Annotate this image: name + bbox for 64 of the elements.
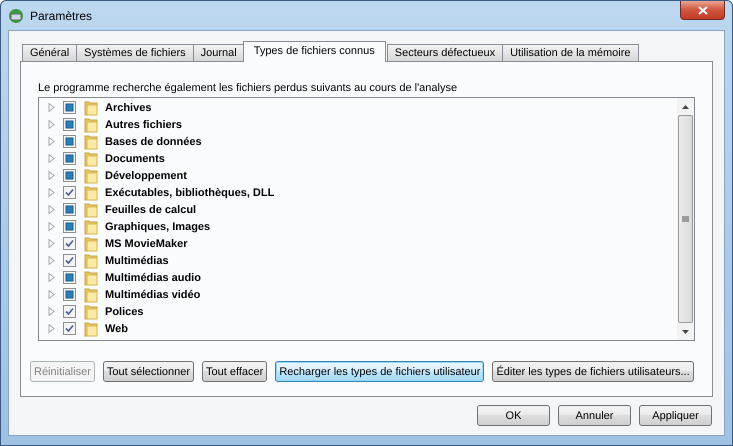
tree-item[interactable]: Développement	[105, 170, 187, 182]
select-all-button[interactable]: Tout sélectionner	[102, 361, 194, 382]
folder-icon	[84, 202, 98, 218]
checkbox[interactable]	[63, 118, 76, 131]
folder-icon	[84, 286, 98, 302]
folder-icon	[84, 236, 98, 252]
close-icon	[698, 6, 708, 14]
folder-icon	[84, 116, 98, 132]
close-button[interactable]	[680, 1, 725, 20]
checkbox[interactable]	[63, 322, 76, 335]
checkbox[interactable]	[63, 101, 76, 114]
checkbox[interactable]	[63, 237, 76, 250]
folder-icon	[84, 134, 98, 150]
ok-button[interactable]: OK	[477, 405, 550, 426]
apply-button[interactable]: Appliquer	[639, 405, 712, 426]
checkbox[interactable]	[63, 169, 76, 182]
folder-icon	[84, 150, 98, 166]
tree-item[interactable]: Graphiques, Images	[105, 220, 210, 232]
checkbox[interactable]	[63, 186, 76, 199]
checkbox[interactable]	[63, 271, 76, 284]
description-text: Le programme recherche également les fichiers perdus suivants au cours de l'analyse	[38, 81, 458, 96]
folder-icon	[84, 304, 98, 320]
grip-icon	[682, 216, 689, 222]
checkbox[interactable]	[63, 135, 76, 148]
tab[interactable]: Secteurs défectueux	[386, 44, 504, 62]
folder-icon	[84, 320, 98, 336]
checkbox[interactable]	[63, 220, 76, 233]
reload-button[interactable]: Recharger les types de fichiers utilisateur	[275, 361, 484, 382]
folder-icon	[84, 184, 98, 200]
tab[interactable]: Utilisation de la mémoire	[502, 44, 639, 62]
checkbox[interactable]	[63, 288, 76, 301]
folder-icon	[84, 100, 98, 116]
window-title: Paramètres	[30, 8, 92, 22]
tab[interactable]: Types de fichiers connus	[242, 41, 386, 62]
tree-item[interactable]: Bases de données	[105, 136, 202, 148]
checkbox[interactable]	[63, 254, 76, 267]
clear-all-button[interactable]: Tout effacer	[202, 361, 268, 382]
tree-item[interactable]: Feuilles de calcul	[105, 204, 196, 216]
tree-item[interactable]: Polices	[105, 306, 144, 318]
tree-item[interactable]: Multimédias audio	[105, 272, 201, 284]
tree-item[interactable]: Archives	[105, 102, 152, 114]
checkbox[interactable]	[63, 203, 76, 216]
checkbox[interactable]	[63, 305, 76, 318]
scrollbar[interactable]	[677, 98, 694, 340]
tab[interactable]: Systèmes de fichiers	[76, 44, 194, 62]
app-icon	[8, 8, 24, 24]
cancel-button[interactable]: Annuler	[558, 405, 631, 426]
folder-icon	[84, 270, 98, 286]
tab[interactable]: Journal	[192, 44, 245, 62]
scroll-up-icon[interactable]	[682, 104, 689, 108]
tree-item[interactable]: Documents	[105, 152, 165, 164]
tree-item[interactable]: Exécutables, bibliothèques, DLL	[105, 186, 274, 198]
folder-icon	[84, 168, 98, 184]
tree-item[interactable]: Multimédias vidéo	[105, 288, 200, 300]
checkbox[interactable]	[63, 152, 76, 165]
tree-item[interactable]: Multimédias	[105, 254, 169, 266]
folder-icon	[84, 252, 98, 268]
scroll-down-icon[interactable]	[682, 330, 689, 334]
tab[interactable]: Général	[22, 44, 78, 62]
folder-icon	[84, 218, 98, 234]
tree-item[interactable]: Autres fichiers	[105, 118, 182, 130]
tree-item[interactable]: MS MovieMaker	[105, 238, 188, 250]
edit-button[interactable]: Éditer les types de fichiers utilisateurs...	[492, 361, 694, 382]
tree-item[interactable]: Web	[105, 322, 128, 334]
